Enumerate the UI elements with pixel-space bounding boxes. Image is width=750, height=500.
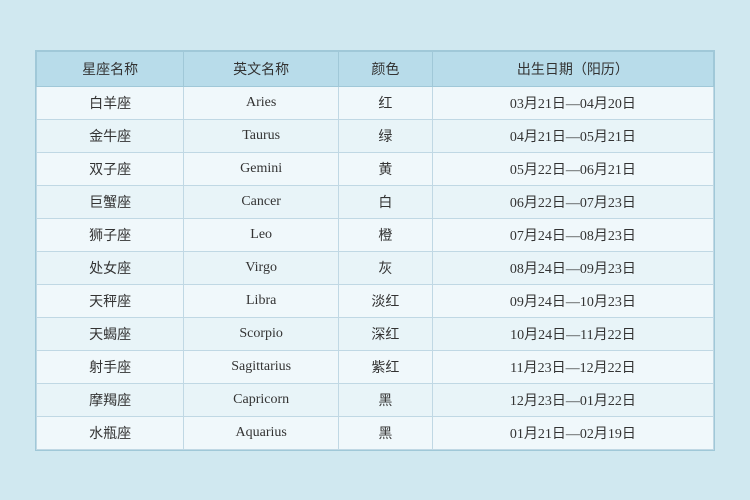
column-header-2: 颜色 bbox=[339, 51, 433, 86]
table-cell-8-2: 紫红 bbox=[339, 350, 433, 383]
table-cell-3-3: 06月22日—07月23日 bbox=[432, 185, 713, 218]
column-header-0: 星座名称 bbox=[37, 51, 184, 86]
table-cell-5-3: 08月24日—09月23日 bbox=[432, 251, 713, 284]
table-row: 射手座Sagittarius紫红11月23日—12月22日 bbox=[37, 350, 714, 383]
table-cell-8-0: 射手座 bbox=[37, 350, 184, 383]
table-cell-1-3: 04月21日—05月21日 bbox=[432, 119, 713, 152]
table-cell-6-2: 淡红 bbox=[339, 284, 433, 317]
table-cell-6-1: Libra bbox=[184, 284, 339, 317]
zodiac-table-container: 星座名称英文名称颜色出生日期（阳历） 白羊座Aries红03月21日—04月20… bbox=[35, 50, 715, 451]
table-cell-7-1: Scorpio bbox=[184, 317, 339, 350]
table-cell-9-3: 12月23日—01月22日 bbox=[432, 383, 713, 416]
table-row: 狮子座Leo橙07月24日—08月23日 bbox=[37, 218, 714, 251]
table-cell-8-3: 11月23日—12月22日 bbox=[432, 350, 713, 383]
table-cell-10-0: 水瓶座 bbox=[37, 416, 184, 449]
table-cell-4-1: Leo bbox=[184, 218, 339, 251]
table-cell-2-3: 05月22日—06月21日 bbox=[432, 152, 713, 185]
table-cell-4-2: 橙 bbox=[339, 218, 433, 251]
table-cell-7-3: 10月24日—11月22日 bbox=[432, 317, 713, 350]
table-cell-5-2: 灰 bbox=[339, 251, 433, 284]
table-cell-7-0: 天蝎座 bbox=[37, 317, 184, 350]
column-header-1: 英文名称 bbox=[184, 51, 339, 86]
table-cell-5-0: 处女座 bbox=[37, 251, 184, 284]
table-cell-0-3: 03月21日—04月20日 bbox=[432, 86, 713, 119]
table-row: 处女座Virgo灰08月24日—09月23日 bbox=[37, 251, 714, 284]
table-cell-1-0: 金牛座 bbox=[37, 119, 184, 152]
table-cell-10-3: 01月21日—02月19日 bbox=[432, 416, 713, 449]
table-cell-3-2: 白 bbox=[339, 185, 433, 218]
table-row: 白羊座Aries红03月21日—04月20日 bbox=[37, 86, 714, 119]
table-cell-5-1: Virgo bbox=[184, 251, 339, 284]
table-row: 摩羯座Capricorn黑12月23日—01月22日 bbox=[37, 383, 714, 416]
table-header-row: 星座名称英文名称颜色出生日期（阳历） bbox=[37, 51, 714, 86]
table-row: 双子座Gemini黄05月22日—06月21日 bbox=[37, 152, 714, 185]
table-cell-9-2: 黑 bbox=[339, 383, 433, 416]
table-cell-3-0: 巨蟹座 bbox=[37, 185, 184, 218]
table-row: 巨蟹座Cancer白06月22日—07月23日 bbox=[37, 185, 714, 218]
table-cell-1-2: 绿 bbox=[339, 119, 433, 152]
column-header-3: 出生日期（阳历） bbox=[432, 51, 713, 86]
table-cell-7-2: 深红 bbox=[339, 317, 433, 350]
table-cell-9-1: Capricorn bbox=[184, 383, 339, 416]
table-cell-3-1: Cancer bbox=[184, 185, 339, 218]
table-cell-6-3: 09月24日—10月23日 bbox=[432, 284, 713, 317]
table-row: 天蝎座Scorpio深红10月24日—11月22日 bbox=[37, 317, 714, 350]
table-cell-1-1: Taurus bbox=[184, 119, 339, 152]
table-cell-10-1: Aquarius bbox=[184, 416, 339, 449]
table-row: 水瓶座Aquarius黑01月21日—02月19日 bbox=[37, 416, 714, 449]
table-row: 金牛座Taurus绿04月21日—05月21日 bbox=[37, 119, 714, 152]
table-cell-8-1: Sagittarius bbox=[184, 350, 339, 383]
table-cell-4-0: 狮子座 bbox=[37, 218, 184, 251]
table-cell-2-2: 黄 bbox=[339, 152, 433, 185]
table-row: 天秤座Libra淡红09月24日—10月23日 bbox=[37, 284, 714, 317]
table-cell-2-0: 双子座 bbox=[37, 152, 184, 185]
table-cell-10-2: 黑 bbox=[339, 416, 433, 449]
table-cell-2-1: Gemini bbox=[184, 152, 339, 185]
table-cell-0-2: 红 bbox=[339, 86, 433, 119]
table-cell-4-3: 07月24日—08月23日 bbox=[432, 218, 713, 251]
table-cell-0-1: Aries bbox=[184, 86, 339, 119]
table-cell-9-0: 摩羯座 bbox=[37, 383, 184, 416]
table-cell-0-0: 白羊座 bbox=[37, 86, 184, 119]
table-cell-6-0: 天秤座 bbox=[37, 284, 184, 317]
zodiac-table: 星座名称英文名称颜色出生日期（阳历） 白羊座Aries红03月21日—04月20… bbox=[36, 51, 714, 450]
